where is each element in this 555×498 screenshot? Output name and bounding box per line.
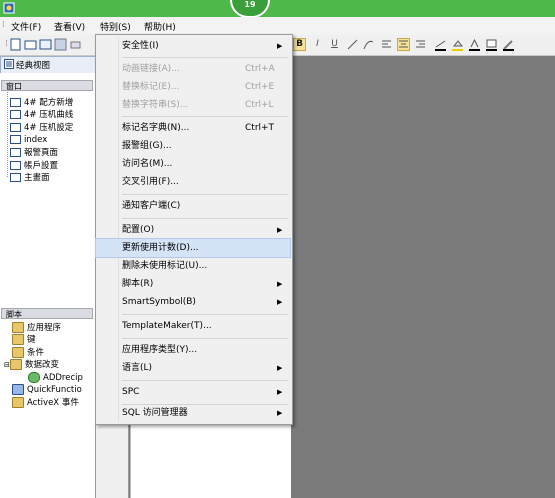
text-color-icon[interactable] — [468, 38, 481, 51]
script-item-addrecip[interactable]: ADDrecip — [28, 372, 83, 383]
menu-item-configure[interactable]: 配置(O) ▶ — [96, 221, 290, 239]
submenu-arrow-icon: ▶ — [277, 388, 283, 396]
curve-tool-icon[interactable] — [362, 38, 375, 51]
submenu-arrow-icon: ▶ — [277, 364, 283, 372]
script-icon — [28, 372, 40, 383]
script-item-application[interactable]: 应用程序 — [12, 322, 61, 333]
open-icon[interactable] — [24, 38, 37, 51]
window-icon — [10, 123, 21, 132]
window-icon — [10, 148, 21, 157]
menu-separator — [122, 218, 288, 219]
align-center-icon[interactable] — [397, 38, 410, 51]
submenu-arrow-icon: ▶ — [277, 409, 283, 417]
menu-item-cross-reference[interactable]: 交叉引用(F)... — [96, 173, 290, 191]
menu-separator — [122, 194, 288, 195]
menu-file[interactable]: 文件(F) — [11, 20, 41, 33]
classic-view-label: 经典视图 — [16, 61, 51, 71]
window-icon — [10, 173, 21, 182]
window-item[interactable]: 4# 配方新增 — [10, 98, 73, 109]
app-icon[interactable] — [3, 2, 15, 14]
submenu-arrow-icon: ▶ — [277, 226, 283, 234]
special-menu-dropdown: 安全性(I) ▶ 动画链接(A)... Ctrl+A 替换标记(E)... Ctrl+… — [95, 34, 293, 425]
window-icon — [10, 135, 21, 144]
script-icon — [10, 359, 22, 370]
menu-item-scripts[interactable]: 脚本(R) ▶ — [96, 275, 290, 293]
menu-separator — [122, 314, 288, 315]
menu-item-sql-access-manager[interactable]: SQL 访问管理器 ▶ — [96, 404, 290, 422]
window-icon — [10, 161, 21, 170]
script-item-quickfunction[interactable]: QuickFunctio — [12, 384, 82, 395]
window-item[interactable]: 報警頁面 — [10, 148, 58, 159]
menu-help[interactable]: 帮助(H) — [144, 20, 176, 33]
submenu-arrow-icon: ▶ — [277, 298, 283, 306]
menu-special[interactable]: 特别(S) — [100, 20, 131, 33]
explorer-pane: 窗口 4# 配方新增 4# 压机曲线 4# 压机設定 index 報警頁面 帳戶… — [0, 73, 96, 498]
window-item[interactable]: 4# 压机曲线 — [10, 110, 73, 121]
window-item[interactable]: index — [10, 135, 47, 146]
menu-separator — [122, 338, 288, 339]
script-icon — [12, 334, 24, 345]
pencil-icon[interactable] — [502, 38, 515, 51]
window-icon — [10, 98, 21, 107]
menu-item-access-names[interactable]: 访问名(M)... — [96, 155, 290, 173]
italic-button[interactable]: I — [311, 38, 324, 51]
menubar-grip: ⁞ — [2, 20, 5, 30]
window-icon[interactable] — [39, 38, 52, 51]
align-left-icon[interactable] — [380, 38, 393, 51]
align-right-icon[interactable] — [414, 38, 427, 51]
scripts-section-header[interactable]: 脚本 — [1, 308, 93, 319]
underline-button[interactable]: U — [328, 38, 341, 51]
menu-item-notify-clients[interactable]: 通知客户端(C) — [96, 197, 290, 215]
bold-button[interactable]: B — [293, 38, 306, 51]
menu-item-templatemaker[interactable]: TemplateMaker(T)... — [96, 317, 290, 335]
print-icon[interactable] — [69, 38, 82, 51]
menu-item-alarm-groups[interactable]: 报警组(G)... — [96, 137, 290, 155]
script-item-condition[interactable]: 条件 — [12, 347, 44, 358]
menu-view[interactable]: 查看(V) — [54, 20, 85, 33]
submenu-arrow-icon: ▶ — [277, 280, 283, 288]
menu-item-language[interactable]: 语言(L) ▶ — [96, 359, 290, 377]
window-item[interactable]: 帳戶設置 — [10, 161, 58, 172]
submenu-arrow-icon: ▶ — [277, 42, 283, 50]
window-color-icon[interactable] — [485, 38, 498, 51]
menu-item-tagname-dictionary[interactable]: 标记名字典(N)... Ctrl+T — [96, 119, 290, 137]
menu-item-replace-tags[interactable]: 替换标记(E)... Ctrl+E — [96, 78, 290, 96]
menu-item-update-use-counts[interactable]: 更新使用计数(D)... — [95, 238, 291, 258]
menu-item-animation-links[interactable]: 动画链接(A)... Ctrl+A — [96, 60, 290, 78]
menu-item-replace-strings[interactable]: 替换字符串(S)... Ctrl+L — [96, 96, 290, 114]
window-item[interactable]: 4# 压机設定 — [10, 123, 73, 134]
fill-color-icon[interactable] — [451, 38, 464, 51]
new-icon[interactable] — [9, 38, 22, 51]
windows-section-header[interactable]: 窗口 — [1, 80, 93, 91]
menu-item-smartsymbol[interactable]: SmartSymbol(B) ▶ — [96, 293, 290, 311]
menu-separator — [122, 380, 288, 381]
script-icon — [12, 397, 24, 408]
menu-separator — [122, 116, 288, 117]
menu-item-delete-unused-tags[interactable]: 删除未使用标记(U)... — [96, 257, 290, 275]
script-icon — [12, 322, 24, 333]
script-icon — [12, 347, 24, 358]
classic-view-tab[interactable]: 经典视图 — [0, 56, 96, 74]
save-icon[interactable] — [54, 38, 67, 51]
menu-separator — [122, 57, 288, 58]
script-item-key[interactable]: 键 — [12, 334, 36, 345]
window-icon — [10, 110, 21, 119]
line-tool-icon[interactable] — [346, 38, 359, 51]
menu-item-security[interactable]: 安全性(I) ▶ — [96, 37, 290, 55]
tree-view-icon — [4, 59, 14, 72]
script-item-activex[interactable]: ActiveX 事件 — [12, 397, 79, 408]
title-bar — [0, 0, 555, 17]
script-item-data-change[interactable]: ⊟ 数据改变 — [4, 359, 59, 370]
menu-item-application-type[interactable]: 应用程序类型(Y)... — [96, 341, 290, 359]
window-item[interactable]: 主畫面 — [10, 173, 50, 184]
script-icon — [12, 384, 24, 395]
line-color-icon[interactable] — [434, 38, 447, 51]
menu-item-spc[interactable]: SPC ▶ — [96, 383, 290, 401]
